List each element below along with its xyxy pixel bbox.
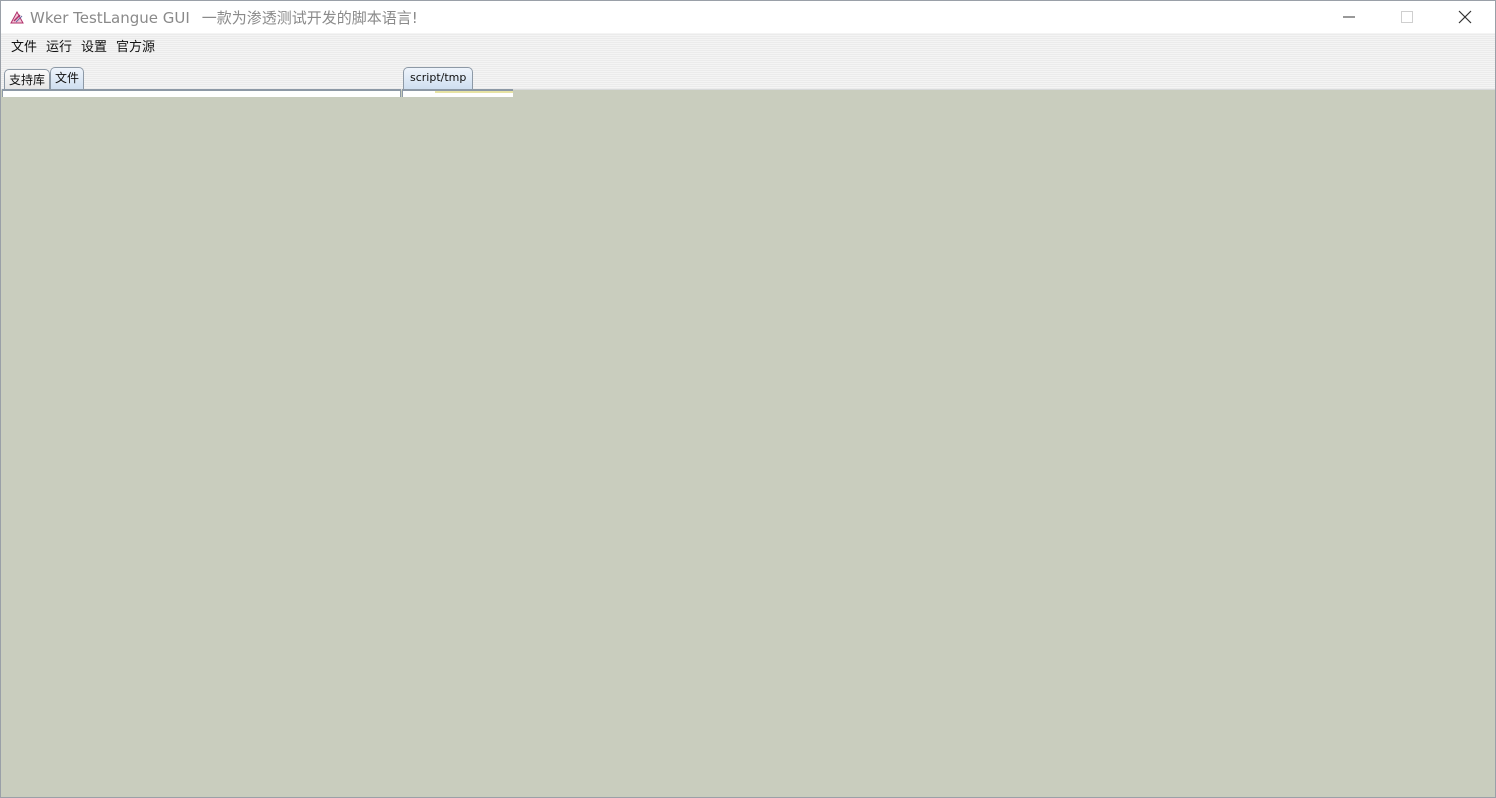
tab-script-tmp[interactable]: script/tmp — [403, 67, 474, 89]
minimize-icon — [1343, 16, 1355, 18]
file-panel — [2, 89, 401, 97]
tab-files[interactable]: 文件 — [50, 67, 85, 89]
maximize-icon — [1401, 11, 1413, 23]
tab-strip: 支持库 文件 script/tmp — [1, 57, 1495, 90]
app-logo-icon — [9, 9, 25, 25]
app-name: Wker TestLangue GUI — [30, 9, 190, 27]
menu-file[interactable]: 文件 — [11, 36, 37, 55]
menu-official-source[interactable]: 官方源 — [116, 36, 155, 55]
menu-settings[interactable]: 设置 — [81, 36, 107, 55]
main-content-area — [1, 97, 1495, 797]
menu-bar: 文件 运行 设置 官方源 — [1, 33, 1495, 57]
menu-run[interactable]: 运行 — [46, 36, 72, 55]
title-bar[interactable]: Wker TestLangue GUI 一款为渗透测试开发的脚本语言! — [1, 1, 1495, 33]
tab-support-library[interactable]: 支持库 — [4, 69, 51, 89]
app-window: Wker TestLangue GUI 一款为渗透测试开发的脚本语言! 文件 运行… — [0, 0, 1496, 798]
app-subtitle: 一款为渗透测试开发的脚本语言! — [201, 9, 418, 27]
minimize-button[interactable] — [1320, 1, 1378, 33]
maximize-button[interactable] — [1378, 1, 1436, 33]
editor-panel — [402, 89, 513, 97]
editor-highlight — [435, 91, 513, 93]
close-button[interactable] — [1436, 1, 1494, 33]
window-title: Wker TestLangue GUI 一款为渗透测试开发的脚本语言! — [30, 7, 418, 28]
close-icon — [1458, 10, 1472, 24]
